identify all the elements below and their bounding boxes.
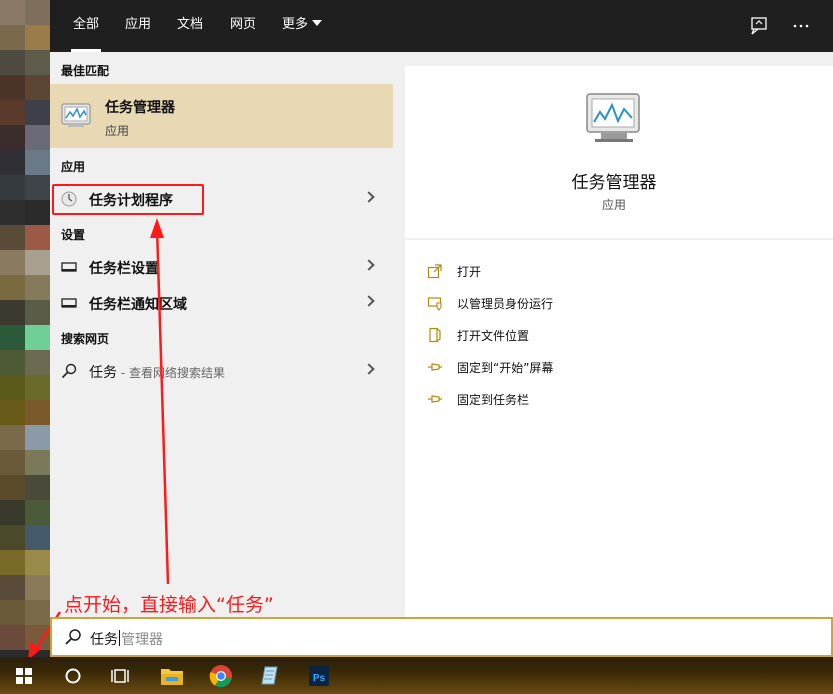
settings-header: 设置 bbox=[61, 228, 86, 242]
tab-documents[interactable]: 文档 bbox=[177, 0, 203, 52]
web-search-hint: - 查看网络搜索结果 bbox=[117, 366, 225, 380]
search-typed-text: 任务 bbox=[90, 632, 118, 648]
chrome-icon[interactable] bbox=[207, 662, 235, 690]
desktop-background bbox=[0, 0, 50, 660]
task-view-icon[interactable] bbox=[107, 662, 135, 690]
start-menu-search-panel: 全部 应用 文档 网页 更多 最佳匹配 任务管理器 应用 应用 任务计划程序 设… bbox=[50, 0, 833, 617]
preview-app-type: 应用 bbox=[601, 198, 626, 212]
text-caret bbox=[119, 630, 120, 646]
search-icon bbox=[65, 629, 81, 645]
action-run-as-admin[interactable]: 以管理员身份运行 bbox=[427, 292, 727, 314]
action-pin-to-taskbar[interactable]: 固定到任务栏 bbox=[427, 388, 727, 410]
action-open[interactable]: 打开 bbox=[427, 260, 727, 282]
tab-more[interactable]: 更多 bbox=[282, 0, 323, 52]
list-item-web-search[interactable]: 任务 - 查看网络搜索结果 bbox=[50, 354, 393, 388]
tab-apps[interactable]: 应用 bbox=[125, 0, 151, 52]
action-label: 固定到“开始”屏幕 bbox=[457, 361, 554, 375]
results-list: 最佳匹配 任务管理器 应用 应用 任务计划程序 设置 任务栏设置 任务栏通知区域… bbox=[50, 52, 393, 617]
search-filter-bar: 全部 应用 文档 网页 更多 bbox=[50, 0, 833, 52]
best-match-title: 任务管理器 bbox=[105, 100, 175, 116]
action-label: 打开 bbox=[457, 265, 482, 279]
best-match-header: 最佳匹配 bbox=[61, 64, 110, 78]
action-label: 以管理员身份运行 bbox=[457, 297, 554, 311]
search-web-header: 搜索网页 bbox=[61, 332, 110, 346]
task-manager-icon bbox=[61, 103, 91, 127]
taskbar: Ps bbox=[0, 657, 833, 694]
pin-icon bbox=[428, 395, 442, 403]
shield-icon bbox=[427, 297, 442, 311]
photoshop-icon[interactable]: Ps bbox=[305, 662, 333, 690]
annotation-text: 点开始，直接输入“任务” bbox=[64, 594, 274, 616]
windows-start-icon[interactable] bbox=[10, 662, 38, 690]
preview-pane: 任务管理器 应用 打开 以管理员身份运行 打开文件位置 固定到“开始”屏幕 固定… bbox=[405, 66, 833, 617]
more-options-icon[interactable] bbox=[791, 16, 811, 36]
taskbar-icon bbox=[61, 262, 77, 272]
tab-web[interactable]: 网页 bbox=[230, 0, 256, 52]
list-item-taskbar-settings[interactable]: 任务栏设置 bbox=[50, 250, 393, 284]
web-search-label: 任务 - 查看网络搜索结果 bbox=[89, 362, 225, 382]
tab-more-label: 更多 bbox=[282, 17, 309, 32]
svg-text:Ps: Ps bbox=[313, 673, 326, 684]
list-item-label: 任务栏通知区域 bbox=[89, 297, 187, 313]
highlight-box-task-scheduler bbox=[52, 184, 204, 215]
search-suggestion: 管理器 bbox=[121, 632, 163, 648]
list-item-notification-area[interactable]: 任务栏通知区域 bbox=[50, 286, 393, 320]
pin-icon bbox=[428, 363, 442, 371]
apps-header: 应用 bbox=[61, 160, 86, 174]
task-manager-icon bbox=[586, 93, 640, 142]
search-box[interactable]: 任务 管理器 bbox=[50, 617, 833, 657]
preview-app-name: 任务管理器 bbox=[571, 173, 657, 193]
web-search-query: 任务 bbox=[89, 365, 117, 381]
search-icon bbox=[61, 363, 77, 379]
search-input[interactable]: 任务 管理器 bbox=[90, 629, 163, 649]
chevron-right-icon[interactable] bbox=[363, 363, 375, 375]
action-pin-to-start[interactable]: 固定到“开始”屏幕 bbox=[427, 356, 727, 378]
action-label: 固定到任务栏 bbox=[457, 393, 530, 407]
app-icon[interactable] bbox=[255, 662, 283, 690]
list-item-label: 任务栏设置 bbox=[89, 261, 159, 277]
chevron-down-icon bbox=[312, 20, 323, 26]
cortana-icon[interactable] bbox=[59, 662, 87, 690]
tab-all[interactable]: 全部 bbox=[70, 0, 102, 52]
action-label: 打开文件位置 bbox=[457, 329, 530, 343]
divider bbox=[405, 238, 833, 240]
file-explorer-icon[interactable] bbox=[158, 662, 186, 690]
chevron-right-icon[interactable] bbox=[363, 295, 375, 307]
chevron-right-icon[interactable] bbox=[363, 259, 375, 271]
best-match-subtitle: 应用 bbox=[105, 124, 130, 138]
feedback-icon[interactable] bbox=[749, 16, 769, 36]
folder-location-icon bbox=[429, 327, 441, 343]
chevron-right-icon[interactable] bbox=[363, 191, 375, 203]
open-icon bbox=[427, 264, 442, 279]
best-match-item[interactable]: 任务管理器 应用 bbox=[50, 84, 393, 148]
action-open-file-location[interactable]: 打开文件位置 bbox=[427, 324, 727, 346]
taskbar-icon bbox=[61, 298, 77, 308]
